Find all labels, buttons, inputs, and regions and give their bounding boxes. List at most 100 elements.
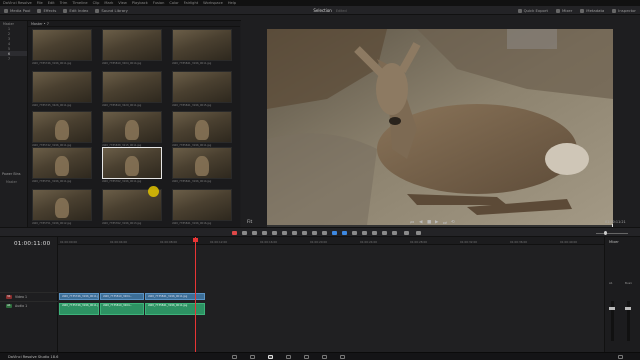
- menu-item[interactable]: File: [37, 1, 43, 5]
- stop-icon[interactable]: ■: [427, 220, 431, 225]
- zoom-custom-icon[interactable]: [392, 231, 397, 235]
- edit-index-button[interactable]: Edit Index: [63, 8, 88, 13]
- fairlight-page-icon[interactable]: [322, 355, 327, 359]
- settings-icon[interactable]: [618, 355, 623, 359]
- a1-fader[interactable]: [609, 307, 615, 310]
- timeline-playhead[interactable]: [195, 237, 196, 352]
- clip-thumbnail: [32, 29, 92, 61]
- jump-end-icon[interactable]: ⏭: [443, 220, 447, 226]
- audio-clip[interactable]: AW0_7735746_3196_0011.jpg: [59, 303, 99, 315]
- timeline-ruler[interactable]: 01:00:00:00 01:00:04:00 01:00:08:00 01:00:1…: [58, 237, 604, 245]
- play-reverse-icon[interactable]: ◀: [419, 220, 422, 225]
- link-icon[interactable]: [332, 231, 337, 235]
- menu-item[interactable]: Color: [169, 1, 178, 5]
- clip-name: AW0_7785810_3204_0014.jpg: [102, 62, 142, 65]
- cut-page-icon[interactable]: [250, 355, 255, 359]
- menu-item[interactable]: DaVinci Resolve: [3, 1, 32, 5]
- menu-item[interactable]: Workspace: [203, 1, 223, 5]
- ruler-tick-label: 01:00:12:00: [210, 240, 228, 244]
- menu-item[interactable]: Fusion: [153, 1, 165, 5]
- timeline-zoom-knob[interactable]: [604, 231, 607, 235]
- top-toolbar: Media Pool Effects Edit Index Sound Libr…: [0, 6, 640, 15]
- replace-clip-icon[interactable]: [292, 231, 297, 235]
- snapping-icon[interactable]: [322, 231, 327, 235]
- media-pool-clip[interactable]: AW0_7785841_3196_0015.jpg: [172, 71, 232, 111]
- media-pool-clip[interactable]: AW0_7785751_3196_0012.jpg: [32, 189, 92, 229]
- zoom-full-icon[interactable]: [372, 231, 377, 235]
- lift-icon[interactable]: [302, 231, 307, 235]
- marker-icon[interactable]: [352, 231, 357, 235]
- menu-item[interactable]: Edit: [48, 1, 55, 5]
- ruler-tick-label: 01:00:20:00: [310, 240, 328, 244]
- page-navigation-bar: DaVinci Resolve Studio 18.6: [0, 352, 640, 360]
- play-icon[interactable]: ▶: [435, 220, 438, 225]
- flag-icon[interactable]: [342, 231, 347, 235]
- media-pool-clip[interactable]: AW0_7785841_3196_0016.jpg: [172, 189, 232, 229]
- deliver-page-icon[interactable]: [340, 355, 345, 359]
- ripple-delete-icon[interactable]: [312, 231, 317, 235]
- media-pool-clip[interactable]: AW0_7785745_3226_0011.jpg: [32, 71, 92, 111]
- menu-item[interactable]: Playback: [132, 1, 148, 5]
- zoom-detail-icon[interactable]: [382, 231, 387, 235]
- inspector-button[interactable]: Inspector: [612, 8, 636, 13]
- bin-item[interactable]: 7: [0, 56, 27, 61]
- video-clip[interactable]: AW0_7735746_3196_0011.jpg: [59, 293, 99, 300]
- timeline-area[interactable]: 01:00:00:00 01:00:04:00 01:00:08:00 01:00:1…: [58, 237, 604, 352]
- blade-tool-icon[interactable]: [262, 231, 267, 235]
- media-pool-button[interactable]: Media Pool: [4, 8, 30, 13]
- insert-clip-icon[interactable]: [272, 231, 277, 235]
- viewer-frame[interactable]: [267, 29, 613, 225]
- bus-fader[interactable]: [625, 307, 631, 310]
- audio-clip[interactable]: AW0_7735810_3204...: [100, 303, 144, 315]
- fusion-page-icon[interactable]: [286, 355, 291, 359]
- media-pool-clip[interactable]: AW0_7785841_3196_0011.jpg: [172, 29, 232, 69]
- media-pool-clip[interactable]: AW0_7785810_3229_0011.jpg: [102, 71, 162, 111]
- overwrite-clip-icon[interactable]: [282, 231, 287, 235]
- edit-page-icon[interactable]: [268, 355, 273, 359]
- menu-item[interactable]: Trim: [60, 1, 68, 5]
- track-header-video-1[interactable]: V1 Video 1: [0, 292, 58, 301]
- media-page-icon[interactable]: [232, 355, 237, 359]
- timeline-viewer: [241, 15, 640, 231]
- menu-item[interactable]: Fairlight: [184, 1, 198, 5]
- menu-item[interactable]: Clip: [93, 1, 100, 5]
- media-pool-clip[interactable]: AW0_7785751_3196_0011.jpg: [32, 147, 92, 187]
- media-pool-clip[interactable]: AW0_7785746_3196_0011.jpg: [32, 29, 92, 69]
- clip-thumbnail: [32, 71, 92, 103]
- power-bin-item[interactable]: Master: [6, 180, 17, 184]
- inspector-icon: [612, 8, 617, 13]
- media-pool-clip[interactable]: AW0_7785810_3204_0014.jpg: [102, 29, 162, 69]
- media-pool-clip[interactable]: AW0_7785838_3215_0011.jpg: [102, 111, 162, 151]
- video-clip[interactable]: AW0_7735841_3196_0011.jpg: [145, 293, 205, 300]
- position-lock-icon[interactable]: [362, 231, 367, 235]
- track-header-audio-1[interactable]: A1 Audio 1: [0, 301, 58, 316]
- viewer-zoom-fit[interactable]: Fit: [247, 220, 252, 225]
- loop-icon[interactable]: ⟲: [451, 220, 455, 225]
- selection-tool-icon[interactable]: [232, 231, 237, 235]
- color-page-icon[interactable]: [304, 355, 309, 359]
- menu-item[interactable]: Help: [228, 1, 236, 5]
- audio-icon[interactable]: [404, 231, 409, 235]
- menu-item[interactable]: View: [118, 1, 127, 5]
- media-pool-clip[interactable]: AW0_7785841_3196_0011.jpg: [172, 111, 232, 151]
- metadata-button[interactable]: Metadata: [580, 8, 604, 13]
- effects-button[interactable]: Effects: [37, 8, 56, 13]
- audio-clip[interactable]: AW0_7735841_3196_0011.jpg: [145, 303, 205, 315]
- app-name: DaVinci Resolve Studio 18.6: [8, 355, 59, 359]
- mixer-button[interactable]: Mixer: [555, 8, 572, 13]
- jump-start-icon[interactable]: ⏮: [410, 220, 414, 226]
- sound-library-button[interactable]: Sound Library: [95, 8, 128, 13]
- dynamic-trim-icon[interactable]: [252, 231, 257, 235]
- trim-tool-icon[interactable]: [242, 231, 247, 235]
- more-icon[interactable]: [416, 231, 421, 235]
- quick-export-button[interactable]: Quick Export: [517, 8, 548, 13]
- menu-item[interactable]: Mark: [104, 1, 113, 5]
- media-pool-clip[interactable]: AW0_7785762_3196_0011.jpg: [102, 147, 162, 187]
- power-bins-header[interactable]: Power Bins: [2, 172, 21, 176]
- timeline-zoom-slider[interactable]: [596, 233, 628, 234]
- media-pool-clip[interactable]: AW0_7785841_3196_0014.jpg: [172, 147, 232, 187]
- video-clip[interactable]: AW0_7735810_3204...: [100, 293, 144, 300]
- clip-name: AW0_7785746_3196_0011.jpg: [32, 62, 72, 65]
- menu-item[interactable]: Timeline: [72, 1, 87, 5]
- media-pool-clip[interactable]: AW0_7785742_3196_0011.jpg: [32, 111, 92, 151]
